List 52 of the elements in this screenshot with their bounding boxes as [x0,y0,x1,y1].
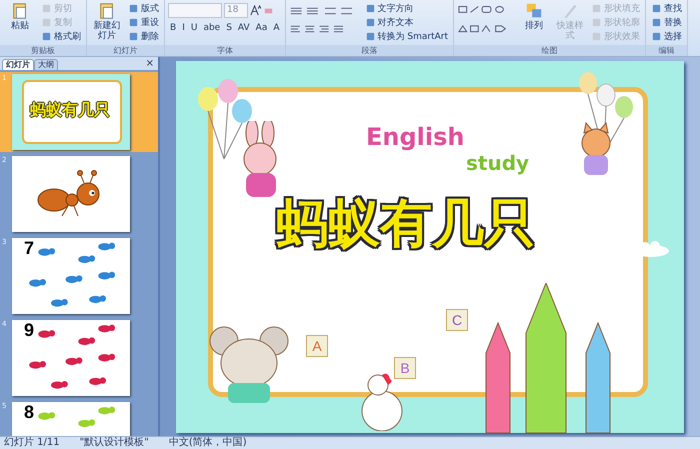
status-text: 幻灯片 1/11 [4,437,60,449]
ribbon-small-button[interactable]: 文字方向 [362,1,450,15]
slide-thumbnail[interactable] [12,156,130,232]
letter-block: B [394,356,416,378]
slide-thumbnail[interactable]: 7 [12,238,130,314]
ribbon-small-button[interactable]: 转换为 SmartArt [362,29,450,43]
format-tool-button[interactable]: A [271,21,282,35]
group-label: 绘图 [454,45,645,56]
count-number: 7 [24,238,34,259]
ribbon-small-button[interactable]: 版式 [126,1,161,15]
grow-font-icon[interactable] [250,5,261,16]
status-text: "默认设计模板" [80,437,149,449]
status-text: 中文(简体，中国) [168,437,247,449]
group-label: 幻灯片 [87,45,164,56]
ribbon-large-button[interactable]: 新建幻灯片 [90,1,124,42]
thumbnail-title: 蚂蚁有几只 [30,100,110,121]
group-label: 字体 [165,45,285,56]
ribbon-small-button[interactable]: 删除 [126,29,161,43]
count-number: 8 [24,402,34,423]
group-label: 剪贴板 [0,45,86,56]
format-tool-button[interactable]: U [188,21,200,35]
document-icon [11,2,29,20]
ribbon-small-button[interactable]: 重设 [126,15,161,29]
study-heading: study [466,150,530,174]
document-icon [98,2,116,20]
letter-block: C [446,308,468,330]
slide-thumbnail[interactable]: 8 [12,402,130,436]
count-number: 9 [24,320,34,341]
slide-title: 蚂蚁有几只 [276,192,536,256]
group-label: 编辑 [646,45,687,56]
format-tool-button[interactable]: I [180,21,187,35]
ribbon-large-button[interactable]: 粘贴 [3,1,37,32]
panel-tab[interactable]: 幻灯片 [2,59,34,70]
format-tool-button[interactable]: S [224,21,234,35]
format-tool-button[interactable]: B [168,21,178,35]
close-button[interactable]: × [142,58,158,70]
panel-tab[interactable]: 大纲 [34,59,58,70]
format-tool-button[interactable]: abe [201,21,222,35]
stacked-shapes-icon [525,2,543,20]
format-tool-button[interactable]: AV [236,21,252,35]
ribbon-small-button[interactable]: 对齐文本 [362,15,450,29]
ribbon-large-button[interactable]: 排列 [517,1,551,32]
ribbon-small-button[interactable]: 选择 [649,29,684,43]
font-name-field[interactable] [168,3,222,18]
ribbon-small-button[interactable]: 查找 [649,1,684,15]
format-tool-button[interactable]: Aa [254,21,270,35]
ribbon-small-button[interactable]: 格式刷 [39,29,83,43]
ribbon-small-button[interactable]: 替换 [649,15,684,29]
group-label: 段落 [286,45,453,56]
slide-thumbnail[interactable]: 9 [12,320,130,396]
letter-block: A [306,334,328,356]
english-heading: English [366,122,464,150]
